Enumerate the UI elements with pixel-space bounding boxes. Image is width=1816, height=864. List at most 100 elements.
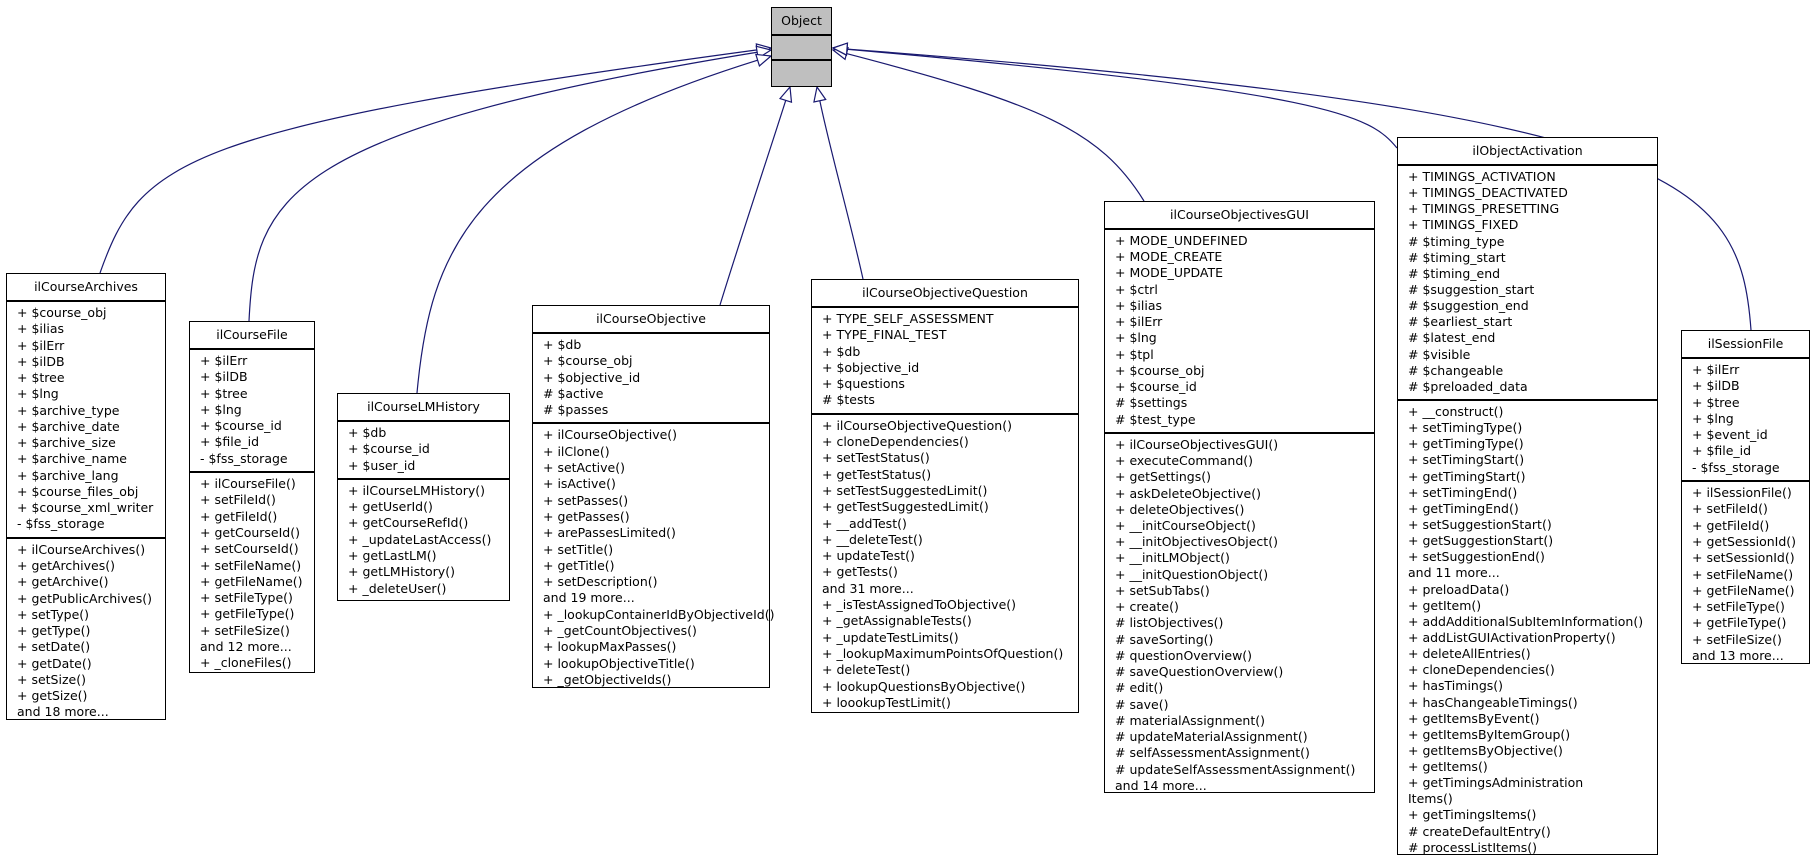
attribute: + $ilDB (1692, 378, 1740, 394)
attribute: + TIMINGS_PRESETTING (1408, 201, 1560, 217)
method: + getFileId() (200, 508, 278, 524)
method: + setFileSize() (200, 622, 290, 638)
method-list: + ilSessionFile() + setFileId() + getFileI… (1682, 482, 1809, 668)
method: + setType() (17, 606, 90, 622)
method-list: + ilCourseObjective() + ilClone() + setAct… (533, 424, 775, 692)
method: + ilSessionFile() (1692, 485, 1792, 501)
inheritance-edge-il-course-archives (99, 49, 758, 274)
method: + setDate() (17, 639, 91, 655)
method: + setFileType() (1692, 599, 1785, 615)
class-box-il-course-objective-question[interactable]: ilCourseObjectiveQuestion + TYPE_SELF_ASS… (811, 279, 1079, 713)
method: + getPasses() (543, 508, 630, 524)
class-name: ilSessionFile (1682, 331, 1809, 359)
method: + setSuggestionEnd() (1408, 549, 1545, 565)
method: + setTestSuggestedLimit() (822, 482, 988, 498)
method: + getArchive() (17, 574, 109, 590)
method: and 19 more... (543, 590, 635, 606)
attribute: # $visible (1408, 346, 1471, 362)
attribute: + $ilErr (200, 353, 248, 368)
class-box-il-course-file[interactable]: ilCourseFile + $ilErr + $ilDB + $tree + $lng… (189, 321, 315, 673)
method: + setSize() (17, 671, 86, 687)
class-box-il-object-activation[interactable]: ilObjectActivation + TIMINGS_ACTIVATION + … (1397, 137, 1658, 855)
method: + getLMHistory() (348, 564, 455, 580)
attribute: + $ilErr (1115, 314, 1163, 330)
method: + setFileId() (200, 492, 276, 508)
class-box-object[interactable]: Object (771, 7, 832, 87)
method: + getArchives() (17, 557, 116, 573)
attribute: + TIMINGS_FIXED (1408, 217, 1519, 233)
method: + getTimingType() (1408, 436, 1524, 452)
class-box-il-course-archives[interactable]: ilCourseArchives + $course_obj + $ilias + $… (6, 273, 166, 720)
method: + setSessionId() (1692, 550, 1795, 566)
method: + setFileId() (1692, 501, 1768, 517)
class-box-il-session-file[interactable]: ilSessionFile + $ilErr + $ilDB + $tree + $ln… (1681, 330, 1810, 664)
method: + getFileName() (200, 573, 303, 589)
method: + getTests() (822, 564, 898, 580)
attribute: - $fss_storage (17, 516, 105, 532)
attribute: + MODE_UPDATE (1115, 265, 1224, 281)
method: + getSessionId() (1692, 533, 1797, 549)
attribute: + $lng (1692, 410, 1734, 426)
method: + getTimingEnd() (1408, 500, 1519, 516)
attribute: + $db (348, 425, 387, 440)
class-box-il-course-lmhistory[interactable]: ilCourseLMHistory + $db + $course_id + $use… (337, 393, 510, 601)
attribute-list: + $ilErr + $ilDB + $tree + $lng + $event_id +… (1682, 359, 1809, 483)
attribute: + $tree (1692, 394, 1740, 410)
method: + deleteObjectives() (1115, 501, 1245, 517)
method: + setDescription() (543, 574, 658, 590)
method: + loookupTestLimit() (822, 694, 951, 710)
attribute: # $active (543, 385, 604, 401)
inheritance-arrowhead-icon (813, 85, 827, 103)
method: + getTestStatus() (822, 466, 932, 482)
method: + getCourseId() (200, 524, 300, 540)
attribute: + $course_obj (1115, 362, 1205, 378)
method: + create() (1115, 599, 1179, 615)
method: + __initQuestionObject() (1115, 566, 1269, 582)
method: + setTimingEnd() (1408, 484, 1518, 500)
method: # edit() (1115, 680, 1164, 696)
attribute: + $course_files_obj (17, 483, 139, 499)
method: + getTimingsItems() (1408, 807, 1537, 823)
method: + getType() (17, 623, 91, 639)
method: + setPasses() (543, 492, 629, 508)
method: + preloadData() (1408, 581, 1510, 597)
inheritance-edge-il-course-objective (719, 100, 787, 306)
attribute: + $db (822, 343, 861, 359)
method: + __initObjectivesObject() (1115, 534, 1278, 550)
method: # materialAssignment() (1115, 712, 1265, 728)
attribute: + MODE_UNDEFINED (1115, 233, 1248, 248)
method: + setTimingStart() (1408, 452, 1525, 468)
class-name: ilCourseLMHistory (338, 394, 509, 422)
method: + setTimingType() (1408, 420, 1523, 436)
attribute: + $lng (17, 386, 59, 402)
method-list: + ilCourseFile() + setFileId() + getFileId… (190, 473, 314, 676)
method: + _cloneFiles() (200, 655, 292, 671)
attribute: + $course_id (348, 441, 430, 457)
attribute: + $course_id (200, 418, 282, 434)
method: + _deleteUser() (348, 580, 447, 596)
class-box-il-course-objectives-gui[interactable]: ilCourseObjectivesGUI + MODE_UNDEFINED + M… (1104, 201, 1375, 793)
method: # questionOverview() (1115, 647, 1253, 663)
method: + _lookupMaximumPointsOfQuestion() (822, 645, 1064, 661)
method: + ilCourseFile() (200, 476, 296, 492)
method: + ilCourseObjectivesGUI() (1115, 436, 1279, 452)
method: + askDeleteObjective() (1115, 485, 1261, 501)
method: + setActive() (543, 460, 625, 476)
class-box-il-course-objective[interactable]: ilCourseObjective + $db + $course_obj + $ob… (532, 305, 775, 688)
method: + ilCourseLMHistory() (348, 482, 486, 498)
attribute-list: + $db + $course_obj + $objective_id # $acti… (533, 334, 769, 425)
attribute: + $db (543, 337, 582, 352)
method: + getItemsByItemGroup() (1408, 726, 1571, 742)
method-list: + ilCourseObjectivesGUI() + executeComman… (1105, 434, 1374, 798)
method: and 11 more... (1408, 565, 1500, 581)
method: + getPublicArchives() (17, 590, 153, 606)
method: + getItems() (1408, 759, 1488, 775)
method: + getItemsByEvent() (1408, 710, 1540, 726)
attribute: # $settings (1115, 395, 1188, 411)
attribute: + $tpl (1115, 346, 1154, 362)
method: + getLastLM() (348, 548, 437, 564)
attribute: + $course_xml_writer (17, 500, 154, 516)
attribute-list: + TIMINGS_ACTIVATION + TIMINGS_DEACTIVATE… (1398, 166, 1657, 401)
method: + getFileName() (1692, 582, 1795, 598)
method-list: + __construct() + setTimingType() + getTim… (1398, 401, 1657, 860)
